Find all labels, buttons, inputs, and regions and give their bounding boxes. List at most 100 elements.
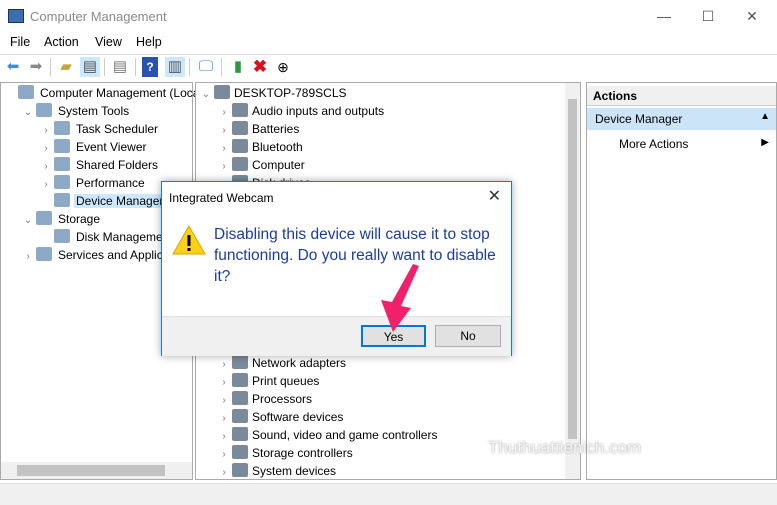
- forward-icon[interactable]: ➡: [26, 57, 46, 77]
- tree-item-label: System Tools: [58, 104, 130, 118]
- no-button[interactable]: No: [435, 325, 501, 347]
- tree-item-label: Event Viewer: [76, 140, 147, 154]
- device-icon: [232, 355, 248, 369]
- tree-item-label: Shared Folders: [76, 158, 159, 172]
- device-category[interactable]: › Audio inputs and outputs: [218, 102, 384, 120]
- device-category[interactable]: › Sound, video and game controllers: [218, 426, 437, 444]
- device-icon: [232, 103, 248, 117]
- tree-item-label: Performance: [76, 176, 145, 190]
- chevron-right-icon: ▶: [761, 137, 769, 148]
- device-category-label: Print queues: [252, 374, 320, 388]
- tree-item-label: Disk Management: [76, 230, 173, 244]
- device-icon: [232, 427, 248, 441]
- tree-item[interactable]: › Event Viewer: [40, 138, 148, 156]
- device-icon: [232, 139, 248, 153]
- device-icon: [232, 445, 248, 459]
- device-icon: [232, 373, 248, 387]
- device-category[interactable]: › Software devices: [218, 408, 343, 426]
- properties-icon[interactable]: ▤: [110, 57, 130, 77]
- horizontal-scrollbar[interactable]: [1, 462, 192, 479]
- tree-item[interactable]: › Shared Folders: [40, 156, 160, 174]
- update-driver-icon[interactable]: ▮: [228, 57, 248, 77]
- tree-item[interactable]: ⌄ System Tools: [22, 102, 131, 120]
- tree-item[interactable]: › Task Scheduler: [40, 120, 160, 138]
- maximize-button[interactable]: ☐: [698, 6, 718, 26]
- device-category[interactable]: › Batteries: [218, 120, 299, 138]
- tree-item[interactable]: Device Manager: [40, 192, 166, 210]
- node-icon: [54, 229, 70, 243]
- actions-header: Actions: [587, 86, 776, 106]
- tree-item[interactable]: Disk Management: [40, 228, 175, 246]
- node-icon: [54, 121, 70, 135]
- show-hide-tree-icon[interactable]: ▤: [80, 57, 100, 77]
- expand-icon[interactable]: ⌄: [22, 212, 34, 230]
- expand-icon[interactable]: ›: [22, 248, 34, 266]
- dialog-title: Integrated Webcam: [169, 191, 274, 205]
- device-category[interactable]: › Storage controllers: [218, 444, 353, 462]
- device-category[interactable]: › System devices: [218, 462, 336, 480]
- node-icon: [54, 175, 70, 189]
- device-category[interactable]: › Print queues: [218, 372, 319, 390]
- tree-item[interactable]: ⌄ Storage: [22, 210, 102, 228]
- device-icon: [232, 121, 248, 135]
- device-category-label: Bluetooth: [252, 140, 303, 154]
- up-folder-icon[interactable]: ▰: [56, 57, 76, 77]
- tree-item-label: Task Scheduler: [76, 122, 159, 136]
- node-icon: [36, 103, 52, 117]
- expand-icon[interactable]: ›: [218, 464, 230, 482]
- tree-item-label: Device Manager: [74, 194, 166, 208]
- node-icon: [18, 85, 34, 99]
- device-category-label: Audio inputs and outputs: [252, 104, 385, 118]
- tree-item-label: Storage: [58, 212, 101, 226]
- more-actions[interactable]: More Actions ▶: [619, 137, 769, 151]
- watermark: Thuthuattienich.com: [488, 438, 642, 457]
- actions-device-manager[interactable]: Device Manager ▲: [587, 108, 776, 130]
- device-category[interactable]: › Network adapters: [218, 354, 346, 372]
- menu-action[interactable]: Action: [44, 35, 79, 49]
- node-icon: [54, 157, 70, 171]
- collapse-icon: ▲: [760, 111, 770, 122]
- app-icon: [8, 9, 24, 23]
- menu-help[interactable]: Help: [136, 35, 162, 49]
- separator: [221, 58, 222, 76]
- menu-view[interactable]: View: [95, 35, 122, 49]
- tree-item-label: Computer Management (Local: [40, 86, 203, 100]
- device-category[interactable]: › Processors: [218, 390, 312, 408]
- tree-item[interactable]: › Performance: [40, 174, 147, 192]
- node-icon: [36, 211, 52, 225]
- minimize-button[interactable]: —: [654, 6, 674, 26]
- separator: [189, 58, 190, 76]
- device-category[interactable]: › Computer: [218, 156, 305, 174]
- scan-hardware-icon[interactable]: 🖵: [196, 57, 216, 77]
- node-icon: [54, 193, 70, 207]
- separator: [50, 58, 51, 76]
- tree-item[interactable]: › Services and Applicatio: [22, 246, 184, 264]
- device-icon: [232, 391, 248, 405]
- disable-icon[interactable]: ⊕: [273, 57, 293, 77]
- back-icon[interactable]: ⬅: [3, 57, 23, 77]
- uninstall-icon[interactable]: ✖: [250, 57, 270, 77]
- status-bar: [0, 483, 777, 505]
- device-icon: [232, 463, 248, 477]
- expand-icon[interactable]: ⌄: [200, 86, 212, 104]
- device-category[interactable]: ⌄ DESKTOP-789SCLS: [200, 84, 347, 102]
- separator: [135, 58, 136, 76]
- dialog-close-button[interactable]: ✕: [488, 186, 501, 206]
- action-pane-icon[interactable]: ▥: [165, 57, 185, 77]
- vertical-scrollbar[interactable]: [565, 83, 580, 479]
- device-category-label: Processors: [252, 392, 313, 406]
- expand-icon[interactable]: ⌄: [22, 104, 34, 122]
- node-icon: [54, 139, 70, 153]
- device-category[interactable]: › Bluetooth: [218, 138, 303, 156]
- menu-file[interactable]: File: [10, 35, 30, 49]
- close-button[interactable]: ✕: [742, 6, 762, 26]
- tree-item[interactable]: Computer Management (Local: [4, 84, 204, 102]
- node-icon: [36, 247, 52, 261]
- device-icon: [214, 85, 230, 99]
- help-icon[interactable]: ?: [142, 57, 158, 77]
- section-label: Device Manager: [595, 112, 683, 126]
- window-title: Computer Management: [30, 9, 167, 24]
- device-category-label: System devices: [252, 464, 337, 478]
- device-icon: [232, 409, 248, 423]
- device-category-label: DESKTOP-789SCLS: [234, 86, 347, 100]
